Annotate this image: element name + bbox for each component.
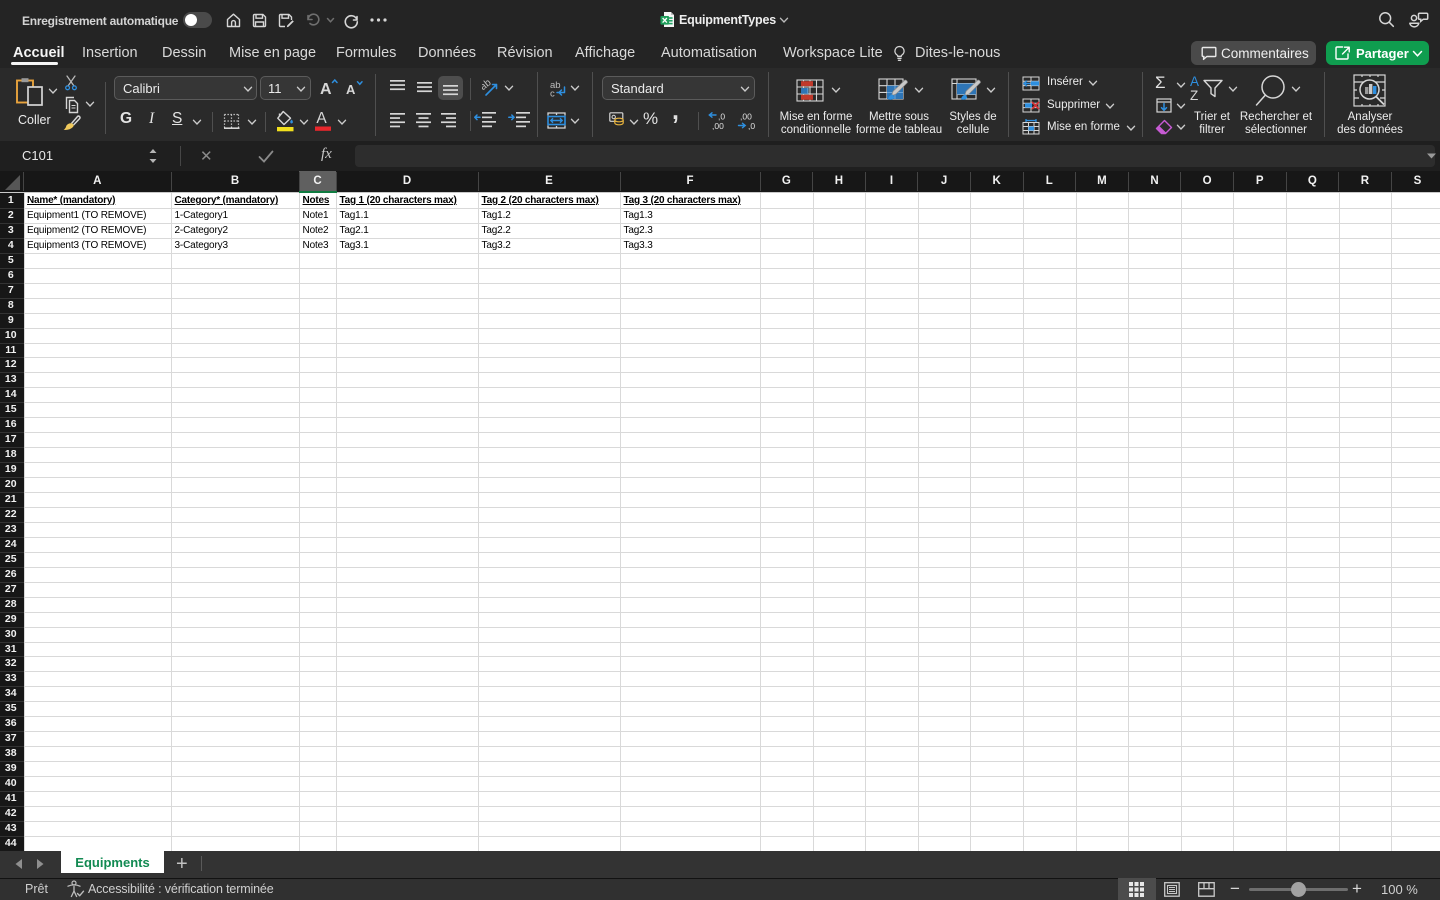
svg-text:A: A [1190, 74, 1199, 89]
svg-text:A: A [316, 110, 327, 127]
svg-text:Z: Z [1190, 88, 1198, 101]
svg-text:,00: ,00 [712, 121, 724, 130]
svg-text:c: c [550, 89, 555, 98]
svg-text:A: A [346, 82, 356, 97]
svg-text:ab: ab [482, 79, 494, 93]
svg-text:A: A [320, 81, 332, 97]
svg-text:,0: ,0 [718, 112, 725, 122]
